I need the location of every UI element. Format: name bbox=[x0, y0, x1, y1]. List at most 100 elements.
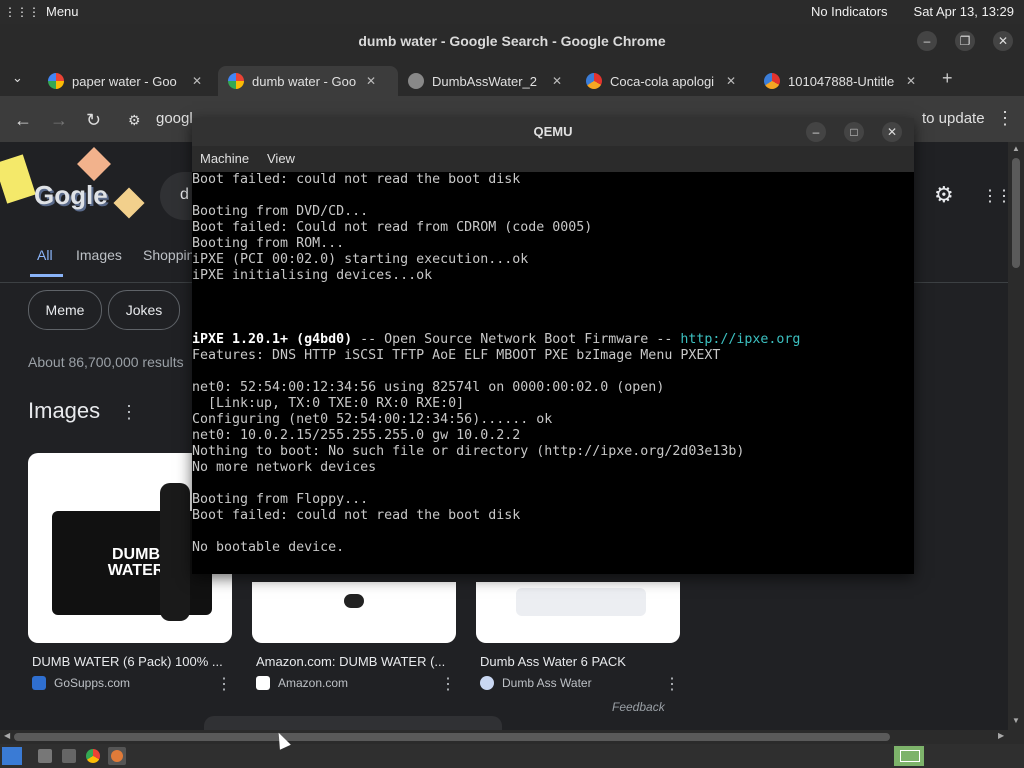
minimize-icon: – bbox=[812, 125, 820, 139]
close-icon[interactable]: ✕ bbox=[552, 74, 562, 88]
console-link: http://ipxe.org bbox=[680, 332, 801, 347]
tab-all[interactable]: All bbox=[37, 247, 53, 263]
menu-machine[interactable]: Machine bbox=[200, 151, 249, 166]
scroll-right-icon[interactable]: ▶ bbox=[998, 731, 1004, 740]
close-icon[interactable]: ✕ bbox=[366, 74, 376, 88]
image-result-card[interactable] bbox=[476, 582, 680, 643]
scroll-left-icon[interactable]: ◀ bbox=[4, 731, 10, 740]
close-icon[interactable]: ✕ bbox=[192, 74, 202, 88]
minimize-icon: – bbox=[923, 34, 931, 48]
console-text: Booting from DVD/CD... bbox=[192, 204, 369, 219]
feedback-link[interactable]: Feedback bbox=[612, 700, 665, 714]
workspace-indicator[interactable] bbox=[894, 746, 924, 766]
image-caption[interactable]: DUMB WATER (6 Pack) 100% ... bbox=[32, 654, 228, 669]
chrome-icon[interactable] bbox=[86, 749, 100, 763]
google-icon bbox=[228, 73, 244, 89]
tab-title: Coca-cola apologi bbox=[610, 73, 715, 89]
console-line: Boot failed: could not read the boot dis… bbox=[192, 172, 914, 188]
horizontal-scrollbar[interactable]: ◀ ▶ bbox=[0, 730, 1024, 744]
console-text: Configuring (net0 52:54:00:12:34:56)....… bbox=[192, 412, 553, 427]
settings-button[interactable]: ⚙ bbox=[934, 182, 954, 208]
tab-title: DumbAssWater_2 bbox=[432, 73, 537, 89]
scroll-down-icon[interactable]: ▼ bbox=[1012, 716, 1020, 725]
qemu-title-bar[interactable]: QEMU – □ ✕ bbox=[192, 118, 914, 146]
globe-icon bbox=[408, 73, 424, 89]
google-icon bbox=[48, 73, 64, 89]
source-label: Amazon.com bbox=[278, 676, 349, 690]
google-logo[interactable]: Gogle bbox=[34, 180, 108, 211]
qemu-maximize-button[interactable]: □ bbox=[844, 122, 864, 142]
console-text: net0: 52:54:00:12:34:56 using 82574l on … bbox=[192, 380, 665, 395]
chip-meme[interactable]: Meme bbox=[28, 290, 102, 330]
image-source[interactable]: GoSupps.com bbox=[32, 676, 130, 690]
more-options-icon[interactable]: ⋮ bbox=[120, 402, 138, 423]
qemu-console[interactable]: Boot failed: could not read the boot dis… bbox=[192, 172, 914, 574]
close-icon[interactable]: ✕ bbox=[726, 74, 736, 88]
system-menu-label: Menu bbox=[46, 4, 79, 19]
image-caption[interactable]: Dumb Ass Water 6 PACK bbox=[480, 654, 676, 669]
scroll-thumb[interactable] bbox=[14, 733, 890, 741]
grid-icon: ⋮⋮⋮ bbox=[982, 188, 1008, 205]
more-options-icon[interactable]: ⋮ bbox=[440, 674, 456, 694]
qemu-close-button[interactable]: ✕ bbox=[882, 122, 902, 142]
image-source[interactable]: Amazon.com bbox=[256, 676, 348, 690]
console-line: iPXE (PCI 00:02.0) starting execution...… bbox=[192, 252, 914, 268]
tab-paper-water[interactable]: paper water - Goo ✕ bbox=[40, 66, 220, 96]
minimize-button[interactable]: – bbox=[917, 31, 937, 51]
close-icon[interactable]: ✕ bbox=[906, 74, 916, 88]
tab-dumb-water[interactable]: dumb water - Goo ✕ bbox=[218, 66, 398, 96]
console-text: iPXE initialising devices...ok bbox=[192, 268, 433, 283]
search-box[interactable]: d bbox=[160, 172, 192, 220]
qemu-taskbar-icon[interactable] bbox=[108, 747, 126, 765]
qemu-minimize-button[interactable]: – bbox=[806, 122, 826, 142]
new-tab-button[interactable]: + bbox=[942, 68, 953, 89]
image-result-card[interactable] bbox=[252, 582, 456, 643]
show-more-button[interactable] bbox=[204, 716, 502, 730]
tab-title: paper water - Goo bbox=[72, 73, 177, 89]
update-label[interactable]: to update bbox=[922, 110, 985, 127]
scroll-thumb[interactable] bbox=[1012, 158, 1020, 268]
chip-jokes[interactable]: Jokes bbox=[108, 290, 180, 330]
console-text: Booting from Floppy... bbox=[192, 492, 369, 507]
results-count: About 86,700,000 results bbox=[28, 354, 184, 370]
back-button[interactable]: ← bbox=[14, 110, 32, 131]
show-desktop-icon[interactable] bbox=[2, 747, 22, 765]
clock[interactable]: Sat Apr 13, 13:29 bbox=[914, 4, 1014, 19]
vertical-scrollbar[interactable]: ▲ ▼ bbox=[1008, 142, 1024, 730]
indicators-label[interactable]: No Indicators bbox=[811, 4, 888, 19]
tab-untitled[interactable]: 101047888-Untitle ✕ bbox=[756, 66, 934, 96]
close-button[interactable]: ✕ bbox=[993, 31, 1013, 51]
image-caption[interactable]: Amazon.com: DUMB WATER (... bbox=[256, 654, 452, 669]
files-icon[interactable] bbox=[38, 749, 52, 763]
gosupps-icon bbox=[32, 676, 46, 690]
more-options-icon[interactable]: ⋮ bbox=[664, 674, 680, 694]
console-line: No bootable device. bbox=[192, 540, 914, 556]
tab-dumbasswater[interactable]: DumbAssWater_2 ✕ bbox=[400, 66, 578, 96]
forward-button[interactable]: → bbox=[50, 110, 68, 131]
address-bar[interactable]: googl bbox=[156, 110, 193, 127]
tab-images[interactable]: Images bbox=[76, 247, 122, 263]
menu-view[interactable]: View bbox=[267, 151, 295, 166]
tab-search-button[interactable]: ⌄ bbox=[12, 70, 23, 86]
more-options-icon[interactable]: ⋮ bbox=[216, 674, 232, 694]
apps-button[interactable]: ⋮⋮⋮ bbox=[982, 186, 1008, 206]
image-source[interactable]: Dumb Ass Water bbox=[480, 676, 592, 690]
doodle-notepad bbox=[0, 154, 36, 204]
system-menu-button[interactable]: ⋮⋮⋮ Menu bbox=[4, 4, 79, 19]
chrome-menu-button[interactable]: ⋮ bbox=[996, 108, 1014, 129]
site-info-button[interactable]: ⚙ bbox=[128, 112, 141, 129]
reload-button[interactable]: ↻ bbox=[86, 110, 101, 131]
console-line: net0: 10.0.2.15/255.255.255.0 gw 10.0.2.… bbox=[192, 428, 914, 444]
console-line: Booting from Floppy... bbox=[192, 492, 914, 508]
terminal-icon[interactable] bbox=[62, 749, 76, 763]
tab-strip: ⌄ paper water - Goo ✕ dumb water - Goo ✕… bbox=[0, 60, 1024, 96]
restore-button[interactable]: ❐ bbox=[955, 31, 975, 51]
product-bottle bbox=[160, 483, 190, 621]
scroll-up-icon[interactable]: ▲ bbox=[1012, 144, 1020, 153]
tab-shopping[interactable]: Shoppin bbox=[143, 247, 194, 263]
tab-coca-cola[interactable]: Coca-cola apologi ✕ bbox=[578, 66, 756, 96]
chrome-window-title: dumb water - Google Search - Google Chro… bbox=[358, 33, 666, 49]
